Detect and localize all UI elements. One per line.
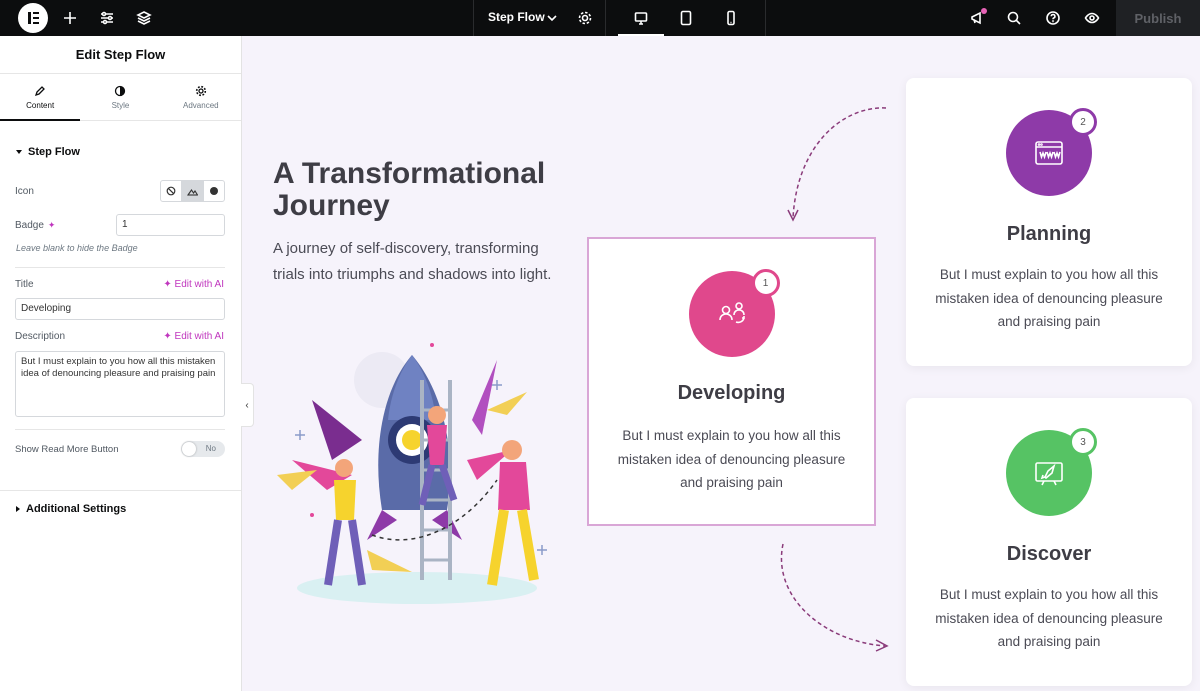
step-card-planning[interactable]: 2 Planning But I must explain to you how…: [906, 78, 1192, 366]
step-card-developing[interactable]: 1 Developing But I must explain to you h…: [587, 237, 876, 526]
step-badge: 3: [1069, 428, 1097, 456]
ai-sparkle-icon: ✦: [163, 331, 175, 342]
section-additional-settings-toggle[interactable]: Additional Settings: [16, 503, 126, 515]
toggle-knob: [182, 442, 196, 456]
help-icon[interactable]: [1043, 8, 1063, 28]
caret-down-icon: [16, 150, 22, 154]
elementor-logo-icon[interactable]: [18, 3, 48, 33]
collapse-panel-handle[interactable]: ‹: [241, 383, 254, 427]
description-edit-with-ai-link[interactable]: ✦ Edit with AI: [163, 331, 224, 342]
title-input[interactable]: Developing: [15, 298, 225, 320]
icon-control-label: Icon: [15, 186, 34, 197]
step-title: Discover: [1006, 543, 1092, 565]
responsive-device-switcher: [606, 0, 766, 36]
tab-advanced[interactable]: Advanced: [161, 74, 241, 120]
settings-sliders-icon[interactable]: [97, 8, 117, 28]
notifications-megaphone-icon[interactable]: [967, 8, 987, 28]
mobile-icon[interactable]: [721, 8, 741, 28]
ban-icon: [166, 186, 176, 196]
icon-circle-option[interactable]: [204, 181, 224, 201]
ai-sparkle-icon: ✦: [163, 279, 175, 290]
title-edit-with-ai-link[interactable]: ✦ Edit with AI: [163, 279, 224, 290]
top-bar: Step Flow Publish: [0, 0, 1200, 36]
team-exchange-icon: [718, 302, 745, 324]
document-title-area[interactable]: Step Flow: [473, 0, 606, 36]
icon-none-option[interactable]: [161, 181, 183, 201]
step-title: Developing: [677, 382, 786, 404]
editor-panel: Edit Step Flow Content Style Advanced St…: [0, 36, 242, 691]
step-title: Planning: [1006, 223, 1092, 245]
step-description: But I must explain to you how all this m…: [935, 267, 1163, 329]
section-divider: [0, 490, 241, 491]
search-icon[interactable]: [1004, 8, 1024, 28]
hero-subtitle: A journey of self-discovery, transformin…: [273, 240, 552, 283]
preview-eye-icon[interactable]: [1082, 8, 1102, 28]
title-edit-with-ai-label: Edit with AI: [174, 279, 224, 290]
notification-dot: [981, 8, 987, 14]
image-mountain-icon: [186, 189, 198, 196]
step-description: But I must explain to you how all this m…: [935, 587, 1163, 649]
step-card-discover[interactable]: 3 Discover But I must explain to you how…: [906, 398, 1192, 686]
panel-title: Edit Step Flow: [0, 36, 241, 74]
chevron-down-icon[interactable]: [542, 8, 562, 28]
caret-right-icon: [16, 506, 20, 512]
step-badge: 2: [1069, 108, 1097, 136]
ai-sparkle-icon: ✦: [47, 220, 56, 230]
section-step-flow-toggle[interactable]: Step Flow: [16, 146, 80, 158]
panel-tabs: Content Style Advanced: [0, 74, 241, 121]
document-title[interactable]: Step Flow: [488, 10, 545, 24]
tab-style-label: Style: [111, 100, 130, 110]
page-settings-gear-icon[interactable]: [575, 8, 595, 28]
divider: [15, 267, 225, 268]
step-icon-circle: 1: [688, 269, 780, 357]
description-textarea[interactable]: But I must explain to you how all this m…: [15, 351, 225, 417]
tab-advanced-label: Advanced: [183, 100, 219, 110]
layers-icon[interactable]: [134, 8, 154, 28]
badge-input[interactable]: 1: [116, 214, 225, 236]
tab-style[interactable]: Style: [80, 74, 160, 120]
step-description: But I must explain to you how all this m…: [617, 428, 846, 490]
tablet-icon[interactable]: [676, 8, 696, 28]
badge-control-label: Badge ✦: [15, 220, 55, 231]
section-additional-label: Additional Settings: [26, 503, 127, 515]
step-icon-circle: 3: [1006, 428, 1097, 516]
read-more-control-label: Show Read More Button: [15, 444, 119, 455]
pencil-icon: [35, 85, 46, 96]
section-step-flow-label: Step Flow: [28, 146, 80, 158]
badge-label-text: Badge: [15, 220, 44, 231]
gear-icon: [195, 85, 206, 96]
rocket-launch-icon: [1035, 462, 1063, 486]
add-element-icon[interactable]: [60, 8, 80, 28]
description-control-label: Description: [15, 331, 66, 342]
desktop-icon[interactable]: [631, 8, 651, 28]
read-more-toggle[interactable]: No: [181, 441, 225, 457]
icon-image-option[interactable]: [182, 181, 204, 201]
divider: [15, 429, 225, 430]
step-icon-circle: 2: [1006, 108, 1097, 196]
circle-filled-icon: [209, 187, 218, 195]
icon-type-choose: [160, 180, 225, 202]
toggle-state-label: No: [205, 444, 216, 453]
rocket-team-illustration: [277, 343, 547, 604]
arrow-planning-to-developing: [792, 107, 887, 219]
title-control-label: Title: [15, 279, 34, 290]
publish-button[interactable]: Publish: [1116, 0, 1200, 36]
contrast-icon: [115, 85, 126, 96]
hero-title: A Transformational Journey: [273, 157, 546, 222]
web-browser-icon: [1035, 141, 1063, 165]
tab-content-label: Content: [26, 100, 55, 110]
active-device-indicator: [618, 34, 664, 36]
step-badge: 1: [751, 269, 780, 297]
description-edit-with-ai-label: Edit with AI: [174, 331, 224, 342]
tab-content[interactable]: Content: [0, 74, 81, 121]
badge-hint: Leave blank to hide the Badge: [16, 243, 138, 253]
arrow-developing-to-discover: [780, 543, 886, 647]
